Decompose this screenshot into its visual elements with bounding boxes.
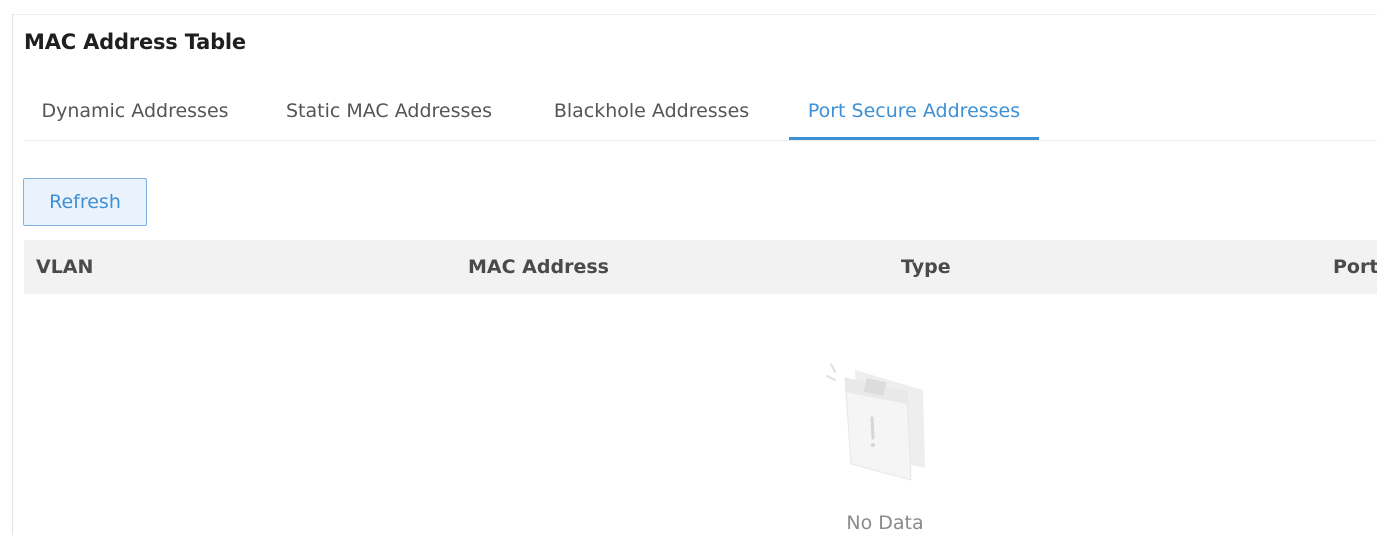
column-header-port[interactable]: Port: [1333, 240, 1377, 294]
table-header: VLAN MAC Address Type Port: [24, 240, 1377, 294]
no-data-document-icon: [815, 358, 945, 488]
empty-state-text: No Data: [846, 512, 924, 534]
refresh-button[interactable]: Refresh: [23, 178, 147, 226]
tab-dynamic-addresses[interactable]: Dynamic Addresses: [24, 84, 246, 140]
page-title: MAC Address Table: [24, 30, 246, 54]
tab-static-mac-addresses[interactable]: Static MAC Addresses: [274, 84, 504, 140]
column-header-vlan[interactable]: VLAN: [36, 240, 93, 294]
column-header-mac-address[interactable]: MAC Address: [468, 240, 609, 294]
tab-bar: Dynamic Addresses Static MAC Addresses B…: [24, 84, 1377, 141]
column-header-type[interactable]: Type: [901, 240, 951, 294]
tab-blackhole-addresses[interactable]: Blackhole Addresses: [539, 84, 764, 140]
tab-port-secure-addresses[interactable]: Port Secure Addresses: [789, 84, 1039, 140]
